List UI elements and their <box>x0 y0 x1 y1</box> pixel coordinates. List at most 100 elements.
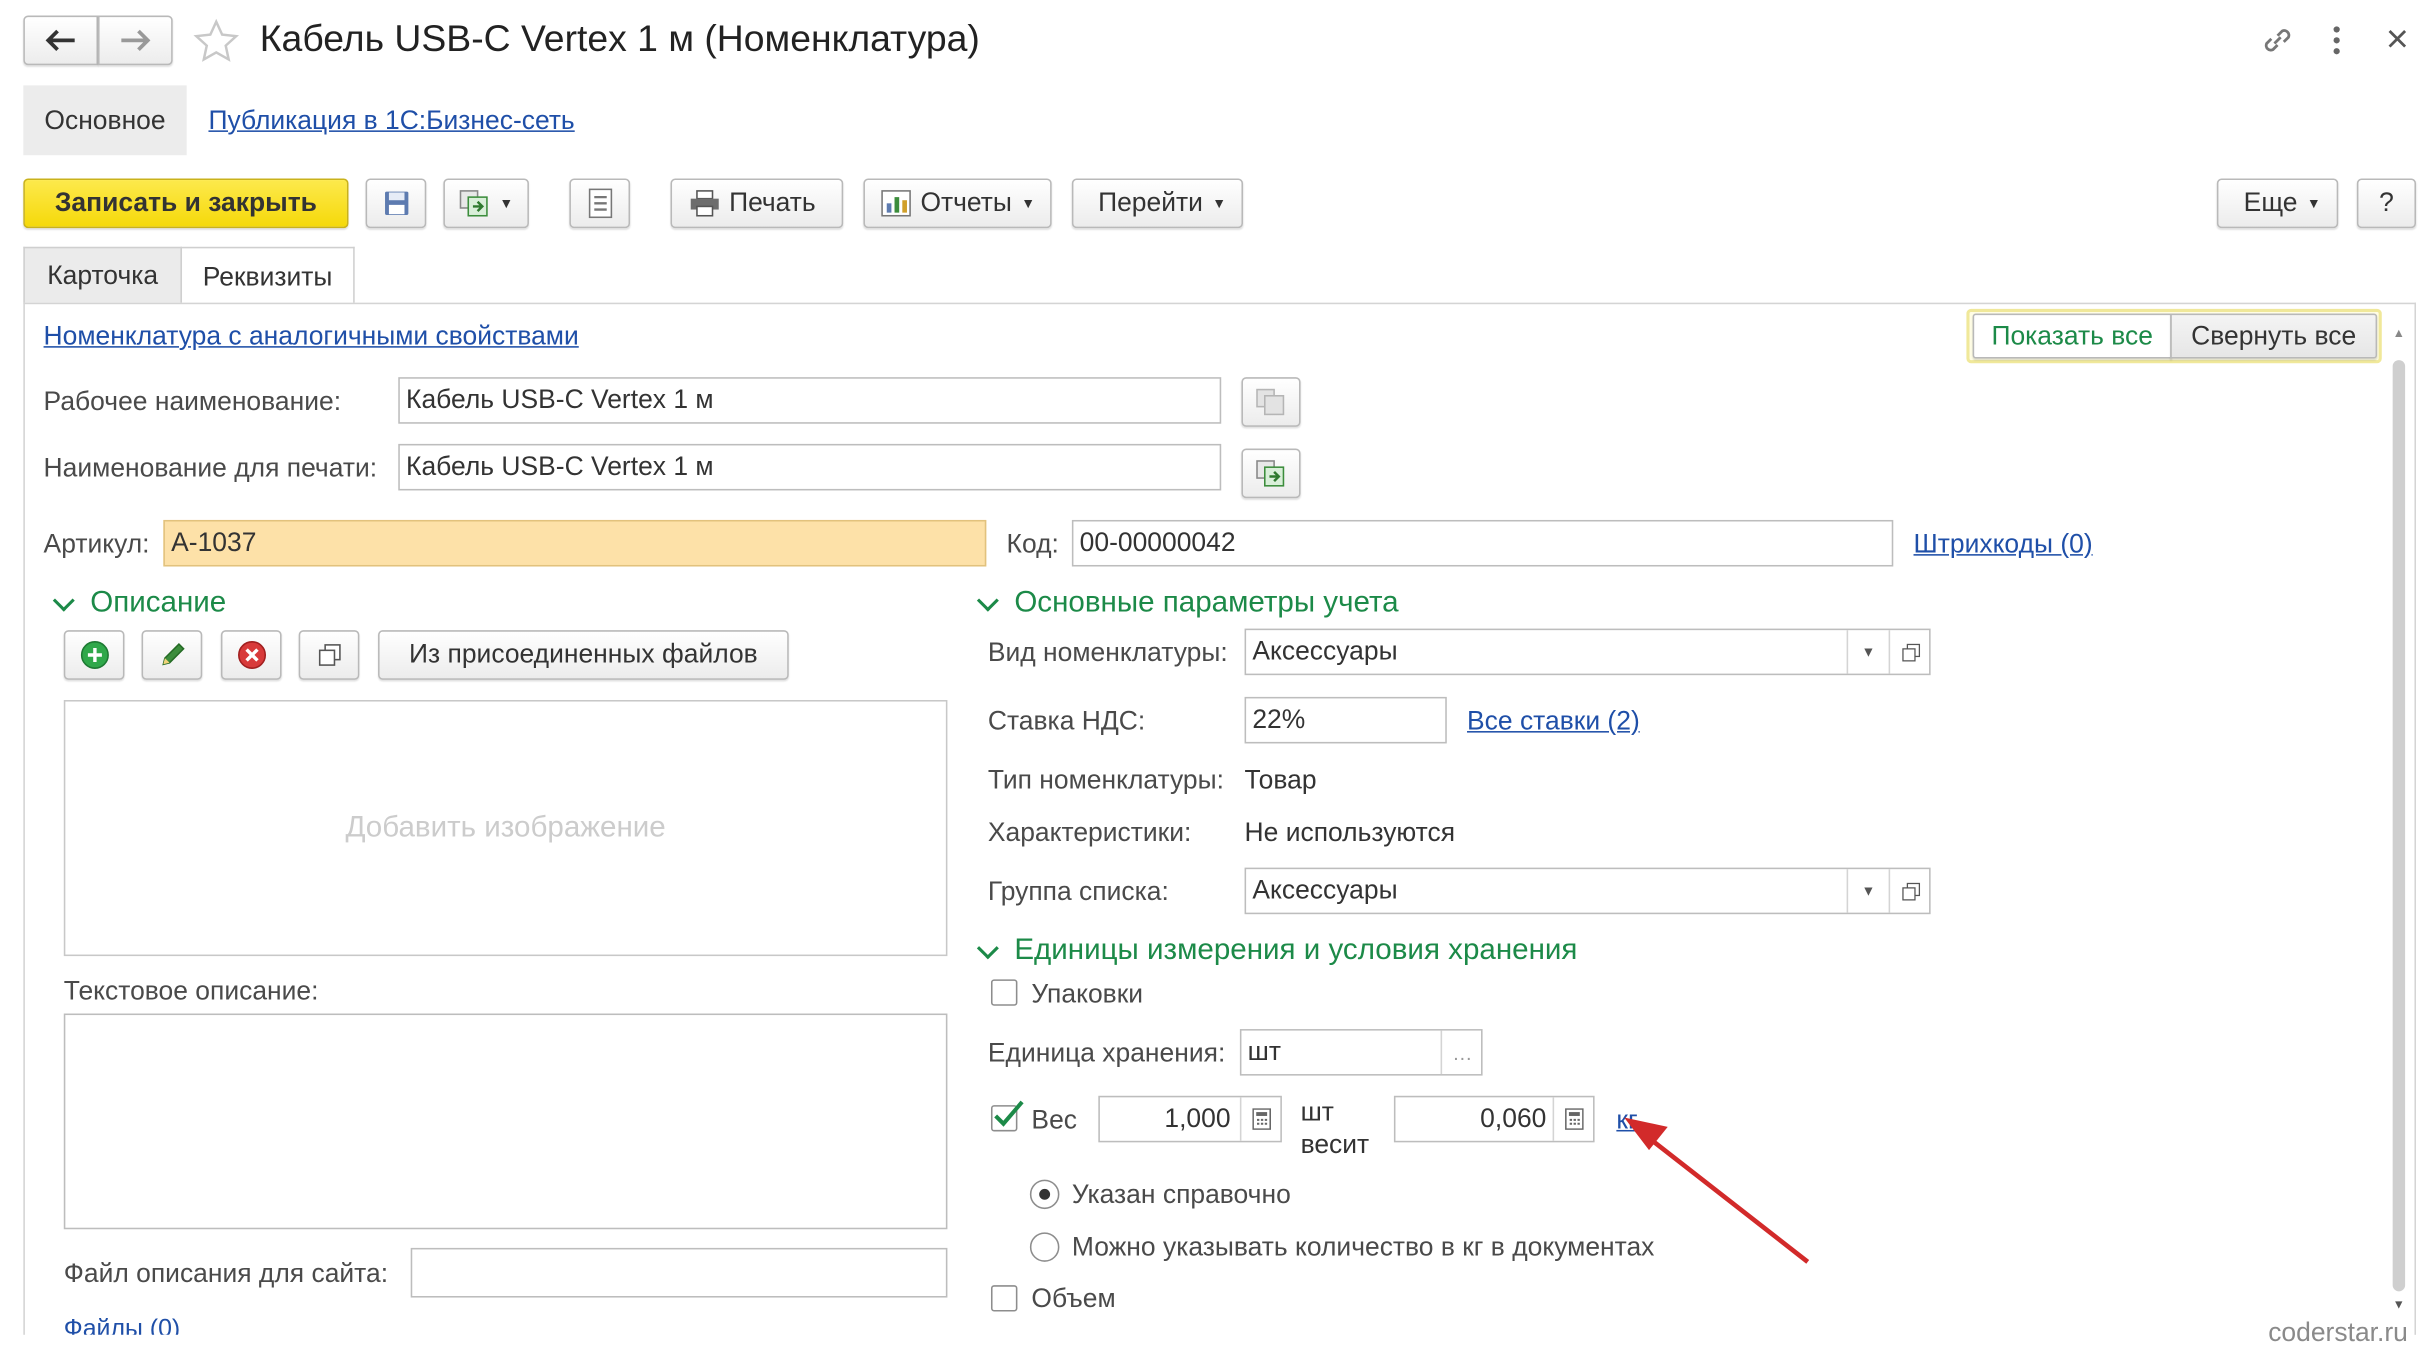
pencil-icon <box>161 643 184 666</box>
kind-select[interactable]: Аксессуары ▼ <box>1244 628 1931 676</box>
delete-image-button[interactable] <box>220 630 282 680</box>
goto-label: Перейти <box>1098 187 1203 218</box>
help-button[interactable]: ? <box>2356 178 2417 229</box>
calculator-icon <box>1565 1108 1584 1130</box>
site-file-label: Файл описания для сайта: <box>63 1258 389 1289</box>
group-dropdown-button[interactable]: ▼ <box>1846 869 1889 913</box>
site-file-input[interactable] <box>410 1247 948 1298</box>
tab-attributes[interactable]: Реквизиты <box>180 246 355 306</box>
link-icon[interactable] <box>2259 22 2296 59</box>
all-rates-link[interactable]: Все ставки (2) <box>1467 706 1640 737</box>
description-header[interactable]: Описание <box>50 587 226 621</box>
more-vertical-icon[interactable] <box>2321 22 2352 59</box>
dropdown-arrow-icon: ▼ <box>1212 195 1227 212</box>
similar-properties-link[interactable]: Номенклатура с аналогичными свойствами <box>44 321 579 352</box>
printer-icon <box>690 190 719 217</box>
more-button[interactable]: Еще ▼ <box>2216 178 2339 229</box>
close-icon[interactable] <box>2380 22 2414 56</box>
chevron-down-icon <box>976 589 999 612</box>
nav-main[interactable]: Основное <box>23 85 187 156</box>
weight-weighs-label: весит <box>1300 1129 1370 1160</box>
radio-reference[interactable] <box>1029 1179 1060 1210</box>
kind-value: Аксессуары <box>1252 636 1398 666</box>
scrollbar-track[interactable]: ▲ ▼ <box>2390 326 2409 1319</box>
add-image-text: Добавить изображение <box>345 810 666 844</box>
work-name-label: Рабочее наименование: <box>43 386 342 416</box>
volume-label: Объем <box>1031 1283 1116 1314</box>
article-label: Артикул: <box>43 529 150 559</box>
edit-image-button[interactable] <box>141 630 203 680</box>
units-header[interactable]: Единицы измерения и условия хранения <box>974 934 1577 968</box>
copy-green-icon <box>1256 460 1285 487</box>
weight-qty-value: 1,000 <box>1164 1103 1231 1134</box>
accounting-title: Основные параметры учета <box>1014 586 1399 620</box>
publication-link[interactable]: Публикация в 1С:Бизнес-сеть <box>208 106 574 137</box>
annotation-arrow <box>1624 1117 1810 1264</box>
reports-icon <box>880 190 911 217</box>
vat-label: Ставка НДС: <box>987 706 1146 736</box>
tab-card-label: Карточка <box>47 259 159 290</box>
back-button[interactable] <box>23 15 99 66</box>
weight-qty-input[interactable]: 1,000 <box>1098 1095 1282 1143</box>
volume-checkbox[interactable] <box>990 1285 1018 1312</box>
show-all-button[interactable]: Показать все <box>1972 313 2172 359</box>
packages-checkbox[interactable] <box>990 979 1018 1006</box>
dropdown-arrow-icon: ▼ <box>1021 195 1036 212</box>
create-based-button[interactable]: ▼ <box>443 178 529 229</box>
print-name-copy-button[interactable] <box>1241 448 1301 499</box>
characteristics-value: Не используются <box>1244 817 1456 848</box>
kind-open-button[interactable] <box>1888 630 1931 674</box>
files-link[interactable]: Файлы (0) <box>64 1316 180 1335</box>
scroll-up-arrow[interactable]: ▲ <box>2393 326 2405 340</box>
collapse-all-button[interactable]: Свернуть все <box>2170 313 2378 359</box>
barcodes-link[interactable]: Штрихкоды (0) <box>1914 529 2093 560</box>
article-input[interactable]: А-1037 <box>163 519 987 567</box>
group-select[interactable]: Аксессуары ▼ <box>1244 867 1931 915</box>
type-value: Товар <box>1244 765 1317 795</box>
kind-label: Вид номенклатуры: <box>987 637 1228 668</box>
reports-button[interactable]: Отчеты ▼ <box>863 178 1052 229</box>
dropdown-arrow-icon: ▼ <box>2306 195 2321 212</box>
kind-dropdown-button[interactable]: ▼ <box>1846 630 1889 674</box>
vat-input[interactable]: 22% <box>1244 696 1447 744</box>
group-label: Группа списка: <box>987 876 1169 907</box>
weight-qty-calc-button[interactable] <box>1239 1097 1282 1141</box>
print-name-input[interactable]: Кабель USB-C Vertex 1 м <box>398 443 1222 491</box>
add-image-button[interactable] <box>63 630 125 680</box>
arrow-right-icon <box>121 29 151 51</box>
weight-checkbox[interactable] <box>990 1100 1024 1132</box>
accounting-header[interactable]: Основные параметры учета <box>974 587 1399 621</box>
print-label: Печать <box>729 187 816 218</box>
favorite-star-icon[interactable] <box>191 17 241 67</box>
radio-kg-docs[interactable] <box>1029 1232 1060 1262</box>
open-window-icon <box>1901 882 1920 900</box>
save-close-button[interactable]: Записать и закрыть <box>23 178 349 229</box>
group-open-button[interactable] <box>1888 869 1931 913</box>
checkmark-icon <box>994 1100 1024 1127</box>
storage-unit-input[interactable]: шт … <box>1239 1029 1483 1076</box>
packages-label: Упаковки <box>1031 979 1144 1009</box>
weight-value-input[interactable]: 0,060 <box>1393 1095 1595 1143</box>
type-label: Тип номенклатуры: <box>987 765 1224 795</box>
window-title: Кабель USB-C Vertex 1 м (Номенклатура) <box>259 18 980 61</box>
weight-value-calc-button[interactable] <box>1552 1097 1595 1141</box>
scrollbar-thumb[interactable] <box>2392 360 2406 1292</box>
storage-unit-select-button[interactable]: … <box>1440 1030 1483 1075</box>
chevron-down-icon <box>52 589 75 612</box>
text-description-textarea[interactable] <box>63 1013 948 1230</box>
scroll-down-arrow[interactable]: ▼ <box>2393 1298 2405 1312</box>
tab-card[interactable]: Карточка <box>23 246 183 303</box>
plus-circle-icon <box>80 641 109 669</box>
code-input[interactable]: 00-00000042 <box>1071 519 1894 567</box>
print-button[interactable]: Печать <box>670 178 844 229</box>
radio-reference-label: Указан справочно <box>1071 1179 1291 1210</box>
image-placeholder[interactable]: Добавить изображение <box>63 699 948 957</box>
from-files-button[interactable]: Из присоединенных файлов <box>378 630 789 680</box>
open-image-button[interactable] <box>298 630 360 680</box>
work-name-copy-button[interactable] <box>1241 377 1301 427</box>
goto-button[interactable]: Перейти ▼ <box>1071 178 1244 229</box>
save-button[interactable] <box>365 178 427 229</box>
forward-button[interactable] <box>98 15 173 66</box>
work-name-input[interactable]: Кабель USB-C Vertex 1 м <box>398 377 1222 424</box>
list-view-button[interactable] <box>569 178 631 229</box>
